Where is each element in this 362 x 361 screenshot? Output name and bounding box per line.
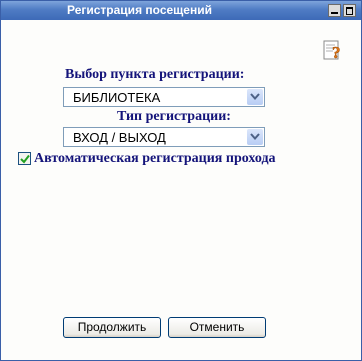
chevron-down-icon[interactable] — [247, 129, 263, 145]
chevron-down-icon[interactable] — [247, 89, 263, 105]
help-icon[interactable]: ? — [319, 37, 347, 65]
window-title: Регистрация посещений — [67, 3, 212, 17]
auto-registration-label[interactable]: Автоматическая регистрация прохода — [34, 151, 276, 167]
point-select-value: БИБЛИОТЕКА — [73, 90, 161, 105]
type-select-value: ВХОД / ВЫХОД — [73, 130, 166, 145]
registration-window: Регистрация посещений ? Выбор пункта рег… — [0, 0, 362, 361]
point-select[interactable]: БИБЛИОТЕКА — [63, 87, 265, 107]
title-bar[interactable]: Регистрация посещений — [1, 1, 361, 20]
minimize-icon[interactable] — [328, 4, 341, 17]
checkmark-icon — [20, 154, 30, 164]
cancel-button[interactable]: Отменить — [168, 317, 266, 338]
svg-text:?: ? — [332, 43, 341, 62]
maximize-icon[interactable] — [343, 4, 356, 17]
continue-button[interactable]: Продолжить — [63, 317, 161, 338]
type-select[interactable]: ВХОД / ВЫХОД — [63, 127, 265, 147]
type-label: Тип регистрации: — [117, 109, 231, 124]
point-label: Выбор пункта регистрации: — [65, 67, 245, 82]
auto-registration-checkbox[interactable] — [18, 152, 31, 165]
